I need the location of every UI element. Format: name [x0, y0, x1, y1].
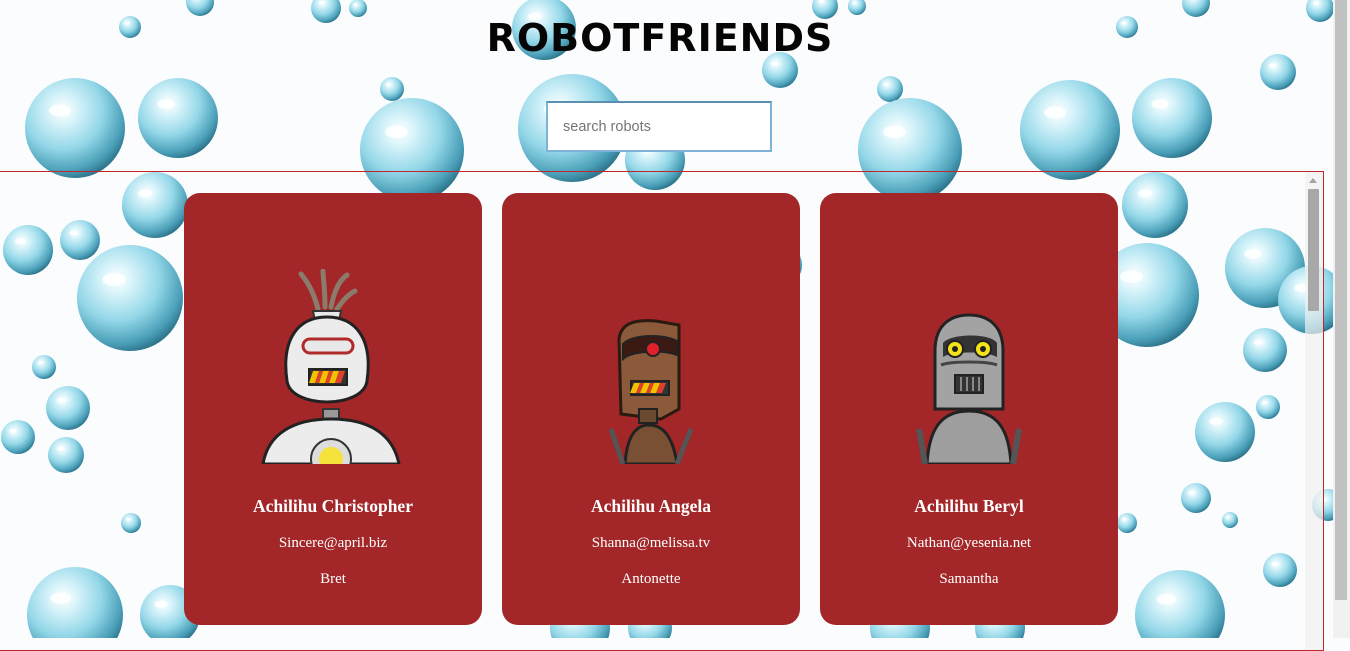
bubble — [877, 76, 903, 102]
bubble-highlight — [385, 83, 392, 87]
robot-name: Achilihu Christopher — [253, 496, 413, 516]
brown-robot-icon — [608, 319, 694, 464]
search-input[interactable] — [546, 101, 772, 152]
page-title: ROBOTFRIENDS — [486, 16, 834, 60]
robot-name: Achilihu Beryl — [914, 496, 1024, 516]
robot-card[interactable]: Achilihu Beryl Nathan@yesenia.net Samant… — [820, 193, 1118, 625]
robot-card[interactable]: Achilihu Angela Shanna@melissa.tv Antone… — [502, 193, 800, 625]
bubble — [1182, 0, 1210, 17]
page-scroll-thumb[interactable] — [1335, 0, 1347, 600]
bubble — [380, 77, 404, 101]
bubble — [349, 0, 367, 17]
bubble-highlight — [384, 125, 408, 139]
robot-name: Achilihu Angela — [590, 496, 712, 516]
robot-username: Samantha — [939, 571, 999, 587]
bubble-highlight — [1151, 99, 1169, 109]
robot-email: Sincere@april.biz — [278, 535, 388, 551]
bubble-highlight — [882, 125, 906, 139]
bubble — [1020, 80, 1120, 180]
bubble-highlight — [1044, 106, 1066, 119]
bubble-highlight — [49, 104, 71, 117]
robot-email: Nathan@yesenia.net — [906, 535, 1032, 551]
bubble — [138, 78, 218, 158]
card-list-scroll-thumb[interactable] — [1308, 189, 1319, 311]
bubble-highlight — [818, 0, 824, 4]
robot-username: Antonette — [621, 571, 681, 587]
bubble-highlight — [157, 99, 175, 109]
robot-username: Bret — [320, 571, 346, 587]
bubble-highlight — [353, 3, 358, 6]
bubble-highlight — [1312, 1, 1319, 5]
white-robot-icon — [261, 269, 401, 464]
card-list-scrollbar[interactable] — [1305, 172, 1323, 650]
bubble-highlight — [770, 61, 779, 66]
scroll-up-arrow-icon[interactable] — [1309, 178, 1317, 183]
bubble — [186, 0, 214, 16]
page-scrollbar[interactable] — [1333, 0, 1350, 638]
silver-robot-icon — [916, 313, 1022, 464]
bubble-highlight — [852, 1, 857, 4]
card-list[interactable]: Achilihu Christopher Sincere@april.biz B… — [0, 171, 1324, 651]
robot-card[interactable]: Achilihu Christopher Sincere@april.biz B… — [184, 193, 482, 625]
bubble — [848, 0, 866, 15]
bubble — [25, 78, 125, 178]
bubble-highlight — [883, 82, 889, 87]
bubble-highlight — [1268, 63, 1277, 68]
bubble — [1132, 78, 1212, 158]
robot-email: Shanna@melissa.tv — [591, 535, 711, 551]
bubble-highlight — [318, 0, 325, 5]
